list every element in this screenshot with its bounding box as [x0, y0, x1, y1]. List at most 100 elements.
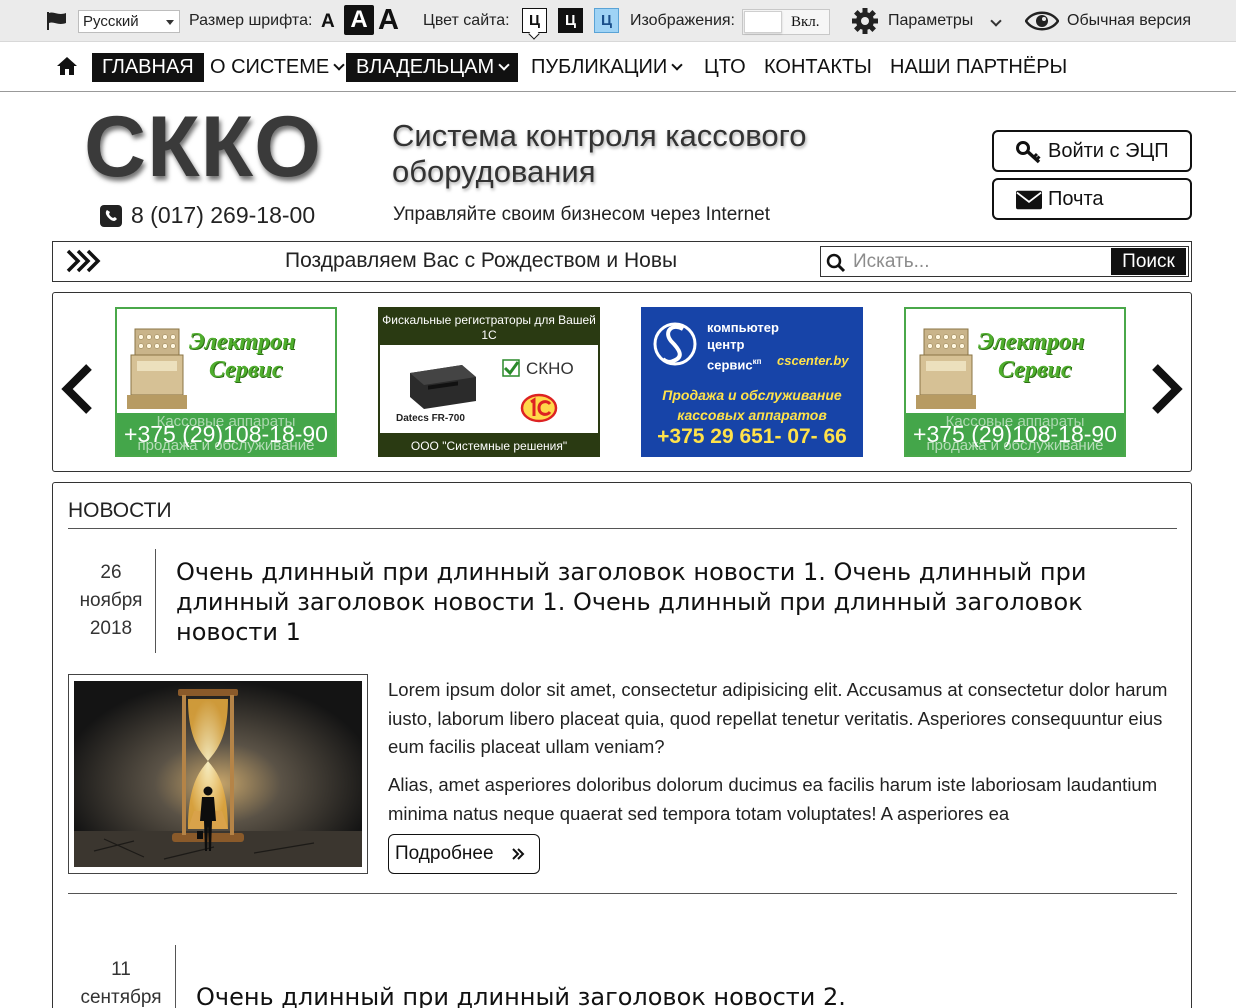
- envelope-icon: [1016, 190, 1042, 210]
- fiscal-printer-image: [410, 365, 476, 409]
- news-title[interactable]: Очень длинный при длинный заголовок ново…: [176, 557, 1166, 647]
- eye-icon[interactable]: [1025, 9, 1059, 33]
- news-date-year: 2018: [89, 618, 133, 639]
- nav-item-about[interactable]: О СИСТЕМЕ: [210, 53, 345, 82]
- cscenter-name: компьютер центр сервискп: [707, 319, 787, 373]
- news-title[interactable]: Очень длинный при длинный заголовок ново…: [196, 982, 1166, 1008]
- partner-tagline: Фискальные регистраторы для Вашей 1С: [380, 309, 598, 345]
- main-nav: ГЛАВНАЯ О СИСТЕМЕ ВЛАДЕЛЬЦАМ ПУБЛИКАЦИИ …: [0, 43, 1236, 92]
- partner-model-label: Datecs FR-700: [396, 413, 465, 424]
- font-size-large-button[interactable]: A: [378, 4, 399, 37]
- flag-icon: [47, 12, 66, 30]
- chevron-down-icon: [498, 59, 510, 71]
- nav-item-label: ПУБЛИКАЦИИ: [531, 56, 668, 78]
- chevron-down-icon: [166, 20, 174, 25]
- news-date-day: 11: [111, 959, 131, 980]
- partner-name-line1: Электрон: [978, 329, 1085, 355]
- news-date-month: ноября: [79, 590, 143, 611]
- search-input[interactable]: [853, 249, 1107, 274]
- news-date-month: сентября: [80, 987, 162, 1008]
- phone-icon: [100, 205, 122, 227]
- news-heading: НОВОСТИ: [68, 499, 172, 522]
- home-icon[interactable]: [56, 56, 78, 76]
- color-scheme-black-button[interactable]: Ц: [558, 8, 583, 33]
- normal-version-link[interactable]: Обычная версия: [1067, 12, 1191, 30]
- ticker-text[interactable]: Поздравляем Вас с Рождеством и Новы: [285, 249, 677, 273]
- nav-item-home[interactable]: ГЛАВНАЯ: [92, 53, 204, 82]
- site-subtitle: Управляйте своим бизнесом через Internet: [393, 204, 771, 225]
- search-form: Поиск: [820, 246, 1189, 277]
- key-icon: [1016, 141, 1041, 164]
- news-date: 11 сентября: [68, 956, 174, 1008]
- date-divider: [155, 549, 156, 653]
- partner-banner-electron-service[interactable]: Электрон Сервис Кассовые аппараты +375 (…: [115, 307, 337, 457]
- partner-caption-bottom: продажа и обслуживание: [137, 437, 315, 454]
- double-chevron-right-icon: [512, 848, 525, 860]
- toggle-knob: [744, 11, 782, 33]
- nav-item-label: КОНТАКТЫ: [764, 56, 872, 78]
- nav-item-publications[interactable]: ПУБЛИКАЦИИ: [531, 53, 683, 82]
- cash-register-image: [916, 328, 976, 409]
- chevron-down-icon: [333, 59, 345, 71]
- language-select-value: Русский: [83, 13, 139, 30]
- cscenter-site: cscenter.by: [777, 353, 849, 368]
- nav-item-label: ВЛАДЕЛЬЦАМ: [356, 56, 495, 78]
- partner-name-line1: Электрон: [189, 329, 296, 355]
- read-more-button[interactable]: Подробнее: [388, 834, 540, 874]
- partner-banner-cscenter[interactable]: компьютер центр сервискп cscenter.by Про…: [641, 307, 863, 457]
- partner-name-line2: Сервис: [209, 357, 283, 383]
- login-eds-button[interactable]: Войти с ЭЦП: [992, 130, 1192, 172]
- nav-item-contacts[interactable]: КОНТАКТЫ: [764, 53, 872, 82]
- nav-item-owners[interactable]: ВЛАДЕЛЬЦАМ: [346, 53, 519, 82]
- params-menu-label[interactable]: Параметры: [888, 12, 973, 30]
- images-toggle[interactable]: Вкл.: [742, 9, 830, 35]
- mail-label: Почта: [1048, 188, 1104, 210]
- language-select[interactable]: Русский: [78, 10, 180, 33]
- partner-banner-system-solutions[interactable]: Фискальные регистраторы для Вашей 1С СКН…: [378, 307, 600, 457]
- chevron-right-icon[interactable]: [1149, 363, 1185, 415]
- partner-name-line2: Сервис: [998, 357, 1072, 383]
- gear-icon[interactable]: [851, 7, 879, 35]
- nav-item-label: НАШИ ПАРТНЁРЫ: [890, 56, 1068, 78]
- double-chevron-right-icon: [66, 249, 101, 273]
- nav-item-cto[interactable]: ЦТО: [704, 53, 746, 82]
- chevron-left-icon[interactable]: [59, 363, 95, 415]
- 1c-logo: [520, 393, 558, 423]
- news-date-day: 26: [100, 562, 122, 583]
- color-scheme-blue-button[interactable]: Ц: [594, 8, 619, 33]
- color-scheme-selected-pointer: [528, 28, 540, 40]
- nav-item-label: ЦТО: [704, 56, 746, 78]
- mail-button[interactable]: Почта: [992, 178, 1192, 220]
- header-phone[interactable]: 8 (017) 269-18-00: [131, 202, 315, 229]
- news-divider: [68, 528, 1177, 529]
- site-title: Система контроля кассового оборудования: [392, 118, 807, 189]
- read-more-label: Подробнее: [395, 843, 494, 864]
- partner-company: ООО "Системные решения": [380, 433, 598, 455]
- nav-item-label: ГЛАВНАЯ: [102, 56, 194, 78]
- news-paragraph: Lorem ipsum dolor sit amet, consectetur …: [388, 679, 1168, 757]
- news-section: НОВОСТИ 26 ноября 2018 Очень длинный при…: [52, 482, 1192, 1008]
- images-toggle-label: Вкл.: [791, 14, 820, 30]
- partner-caption-bottom: продажа и обслуживание: [926, 437, 1104, 454]
- hourglass-image: [74, 681, 362, 867]
- font-size-small-button[interactable]: A: [321, 11, 335, 33]
- site-color-label: Цвет сайта:: [423, 12, 510, 29]
- cscenter-name-text: компьютер центр сервис: [707, 320, 779, 373]
- color-scheme-white-letter: Ц: [529, 12, 540, 29]
- news-thumbnail[interactable]: [68, 674, 368, 874]
- images-label: Изображения:: [630, 12, 735, 29]
- news-ticker-bar: Поздравляем Вас с Рождеством и Новы Поис…: [52, 241, 1192, 282]
- font-size-label: Размер шрифта:: [189, 12, 313, 29]
- partner-skno-label: СКНО: [526, 359, 574, 378]
- accessibility-toolbar: Русский Размер шрифта: A A A Цвет сайта:…: [0, 0, 1236, 42]
- site-logo[interactable]: СККО: [84, 104, 322, 190]
- news-divider: [68, 893, 1177, 894]
- news-date: 26 ноября 2018: [68, 559, 154, 643]
- news-paragraph: Alias, amet asperiores doloribus dolorum…: [388, 774, 1158, 824]
- search-button[interactable]: Поиск: [1111, 248, 1186, 275]
- nav-item-partners[interactable]: НАШИ ПАРТНЁРЫ: [890, 53, 1067, 82]
- font-size-medium-button[interactable]: A: [344, 5, 374, 35]
- color-scheme-white-button[interactable]: Ц: [522, 8, 547, 40]
- cscenter-phone: +375 29 651- 07- 66: [657, 425, 847, 448]
- partner-banner-electron-service-2[interactable]: Электрон Сервис Кассовые аппараты +375 (…: [904, 307, 1126, 457]
